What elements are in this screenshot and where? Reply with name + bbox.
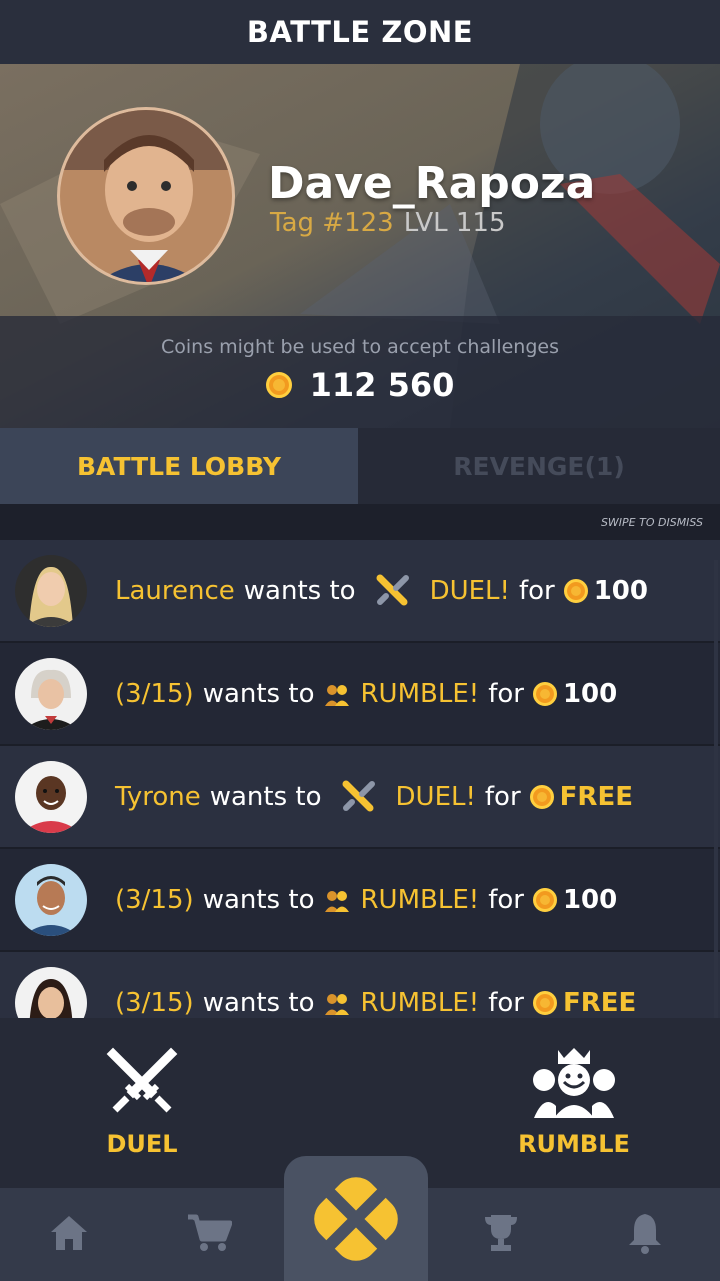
challenger-name: (3/15) [115,884,194,915]
mode-label: RUMBLE! [360,987,480,1018]
nav-notifications[interactable] [622,1210,668,1256]
challenger-avatar [15,554,87,627]
coin-icon [265,372,292,398]
top-bar: BATTLE ZONE [0,0,720,64]
profile-hero: Dave_Rapoza Tag #123 LVL 115 Coins might … [0,64,720,428]
page-title: BATTLE ZONE [246,15,474,49]
wants-to-text: wants to [209,781,322,812]
battle-icon [314,1176,398,1261]
wants-to-text: wants to [202,678,315,709]
for-text: for [488,884,524,915]
avatar-image [60,110,232,282]
rumble-crowd-icon [533,1048,615,1118]
player-level: LVL 115 [403,208,506,238]
coin-icon [532,990,557,1015]
stake-value: 100 [562,884,618,915]
challenge-row[interactable]: (3/15) wants to RUMBLE! for 100 [0,643,720,746]
group-icon [325,890,350,912]
home-icon [51,1216,87,1250]
tag-level: Tag #123 LVL 115 [270,208,506,238]
challenger-name: (3/15) [115,678,194,709]
rumble-label: RUMBLE [518,1130,630,1158]
challenge-row[interactable]: Tyrone wants to DUEL! for FREE [0,746,720,849]
challenger-name: (3/15) [115,987,194,1018]
challenge-row[interactable]: (3/15) wants to RUMBLE! for FREE [0,952,720,1018]
nav-shop[interactable] [186,1210,232,1256]
nav-leaderboard[interactable] [478,1210,524,1256]
cart-icon [188,1214,232,1251]
stake-value: FREE [562,987,637,1018]
coins-balance: 112 560 [0,366,720,404]
stake-value: 100 [562,678,618,709]
coin-icon [532,887,557,912]
list-scrollbar[interactable] [714,560,718,1050]
stake-value: FREE [559,781,633,812]
nav-battle[interactable] [284,1156,428,1281]
player-tag: Tag #123 [270,208,394,238]
challenge-row[interactable]: (3/15) wants to RUMBLE! for 100 [0,849,720,952]
coin-icon [529,784,554,809]
tab-revenge[interactable]: REVENGE(1) [358,428,720,504]
tab-battle-lobby[interactable]: BATTLE LOBBY [0,428,358,504]
username: Dave_Rapoza [268,158,596,209]
coins-amount: 112 560 [309,366,455,404]
duel-button[interactable]: DUEL [98,1046,186,1158]
coin-icon [532,681,557,706]
mode-label: RUMBLE! [360,678,480,709]
lobby-tabs: BATTLE LOBBY REVENGE(1) [0,428,720,504]
stake-value: 100 [593,575,648,606]
duel-label: DUEL [106,1130,178,1158]
for-text: for [484,781,521,812]
swords-icon [376,574,409,605]
challenge-row[interactable]: Laurence wants to DUEL! for 100 [0,540,720,643]
challenger-avatar [15,657,87,730]
wants-to-text: wants to [202,884,315,915]
for-text: for [518,575,555,606]
challenger-avatar [15,760,87,833]
for-text: for [488,987,524,1018]
mode-label: DUEL! [429,575,510,606]
mode-label: RUMBLE! [360,884,480,915]
challenger-avatar [15,863,87,936]
group-icon [325,684,350,706]
challenger-name: Laurence [115,575,235,606]
coins-note: Coins might be used to accept challenges [160,336,559,358]
crossed-swords-icon [106,1047,178,1113]
rumble-button[interactable]: RUMBLE [514,1046,634,1158]
challenger-name: Tyrone [115,781,201,812]
mode-label: DUEL! [395,781,476,812]
group-icon [325,993,350,1015]
challenger-avatar [15,966,87,1018]
bell-icon [629,1214,661,1254]
coin-icon [563,578,588,603]
wants-to-text: wants to [243,575,356,606]
nav-home[interactable] [46,1210,92,1256]
wants-to-text: wants to [202,987,315,1018]
profile-avatar[interactable] [57,107,235,285]
swords-icon [342,780,375,811]
challenge-list[interactable]: Laurence wants to DUEL! for 100 (3/15) w… [0,540,720,1018]
swipe-hint: SWIPE TO DISMISS [0,504,720,540]
trophy-icon [485,1215,517,1251]
for-text: for [488,678,524,709]
